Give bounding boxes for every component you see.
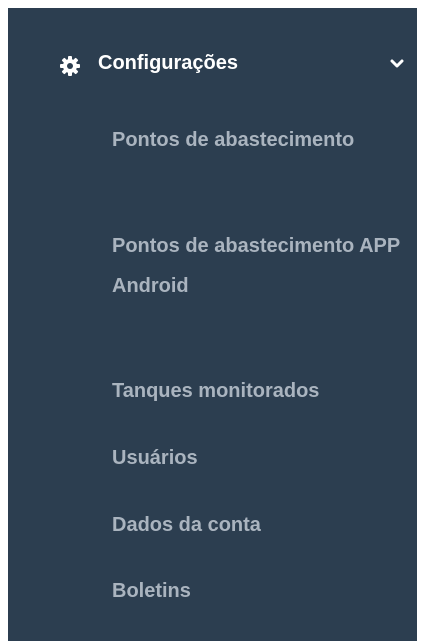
configuracoes-menu-toggle[interactable]: Configurações [8, 28, 417, 92]
gear-icon [60, 56, 80, 76]
submenu-item-pontos-de-abastecimento[interactable]: Pontos de abastecimento [112, 120, 402, 160]
submenu-item-dados-da-conta[interactable]: Dados da conta [112, 505, 402, 545]
submenu-item-tanques-monitorados[interactable]: Tanques monitorados [112, 371, 402, 411]
submenu-item-usuarios[interactable]: Usuários [112, 438, 402, 478]
submenu-item-boletins[interactable]: Boletins [112, 571, 402, 611]
sidebar: Configurações Pontos de abastecimento Po… [8, 8, 417, 641]
submenu-item-pontos-de-abastecimento-app-android[interactable]: Pontos de abastecimento APP Android [112, 226, 402, 306]
chevron-down-icon[interactable] [390, 58, 404, 70]
configuracoes-label: Configurações [98, 52, 239, 74]
